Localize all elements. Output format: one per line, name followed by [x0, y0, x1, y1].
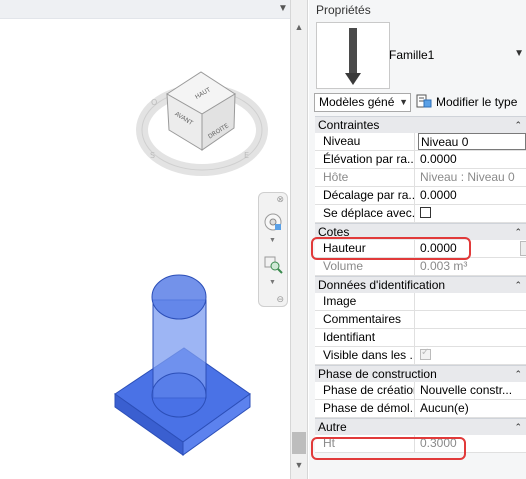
associate-parameter-button[interactable]: [520, 241, 526, 256]
navigation-bar: ⊗ ▼ ▼ ⊖: [258, 192, 288, 307]
group-constraints[interactable]: Contraintes ⌃: [315, 116, 526, 133]
prop-label: Commentaires: [315, 311, 415, 328]
prop-label: Phase de création: [315, 382, 415, 399]
elevation-field[interactable]: 0.0000: [418, 151, 526, 168]
prop-row-elevation[interactable]: Élévation par ra... 0.0000: [315, 151, 526, 169]
svg-text:S: S: [150, 151, 155, 160]
collapse-chevron-icon[interactable]: ⌃: [514, 419, 522, 436]
prop-row-image[interactable]: Image: [315, 293, 526, 311]
comments-field[interactable]: [418, 311, 526, 328]
viewport-scrollbar[interactable]: ▲ ▼: [290, 0, 308, 479]
collapse-chevron-icon[interactable]: ⌃: [514, 224, 522, 241]
steering-wheel-icon[interactable]: [262, 211, 284, 233]
prop-label: Hôte: [315, 169, 415, 186]
prop-label: Image: [315, 293, 415, 310]
prop-label: Niveau: [315, 133, 415, 150]
zoom-dropdown-arrow-icon[interactable]: ▼: [269, 279, 276, 286]
group-label: Données d'identification: [318, 278, 446, 292]
navbar-options-icon[interactable]: ⊖: [276, 294, 284, 305]
edit-type-icon: [416, 94, 432, 108]
edit-type-label: Modifier le type: [436, 95, 518, 109]
prop-row-ht: Ht 0.3000: [315, 435, 526, 453]
group-dimensions[interactable]: Cotes ⌃: [315, 223, 526, 240]
host-field: Niveau : Niveau 0: [420, 170, 515, 184]
phase-created-field[interactable]: Nouvelle constr...: [418, 382, 526, 399]
viewport-canvas: O S E HAUT AVANT DROITE: [114, 71, 268, 456]
group-label: Autre: [318, 420, 347, 434]
prop-label: Visible dans les ...: [315, 347, 415, 364]
moves-with-checkbox[interactable]: [420, 207, 431, 218]
image-field[interactable]: [418, 293, 526, 310]
prop-row-comments[interactable]: Commentaires: [315, 311, 526, 329]
chevron-down-icon: ▼: [399, 97, 408, 107]
model-geometry[interactable]: [114, 274, 251, 456]
prop-label: Se déplace avec...: [315, 205, 415, 222]
prop-label: Hauteur: [315, 240, 415, 257]
properties-grid: Contraintes ⌃ Niveau Niveau 0 Élévation …: [315, 116, 526, 453]
prop-row-host: Hôte Niveau : Niveau 0: [315, 169, 526, 187]
prop-row-offset[interactable]: Décalage par ra... 0.0000: [315, 187, 526, 205]
palette-title: Propriétés: [316, 3, 371, 17]
offset-field[interactable]: 0.0000: [418, 187, 526, 204]
family-name: Famille1: [389, 48, 435, 62]
group-label: Cotes: [318, 225, 350, 239]
prop-row-volume: Volume 0.003 m³: [315, 258, 526, 276]
wheel-dropdown-arrow-icon[interactable]: ▼: [269, 237, 276, 244]
group-other[interactable]: Autre ⌃: [315, 418, 526, 435]
collapse-chevron-icon[interactable]: ⌃: [514, 277, 522, 294]
prop-row-phase-created[interactable]: Phase de création Nouvelle constr...: [315, 382, 526, 400]
visible-checkbox: [420, 347, 431, 360]
type-dropdown-arrow-icon[interactable]: ▼: [514, 48, 524, 59]
instance-filter-select[interactable]: Modèles géné ▼: [314, 93, 411, 112]
prop-label: Ht: [315, 435, 415, 452]
prop-label: Décalage par ra...: [315, 187, 415, 204]
scroll-down-icon[interactable]: ▼: [291, 458, 307, 472]
height-field[interactable]: 0.0000: [418, 240, 526, 257]
prop-label: Phase de démol...: [315, 400, 415, 417]
group-identity-data[interactable]: Données d'identification ⌃: [315, 276, 526, 293]
prop-row-moves-with[interactable]: Se déplace avec...: [315, 205, 526, 223]
edit-type-button[interactable]: Modifier le type: [416, 93, 517, 112]
ht-field: 0.3000: [420, 436, 457, 450]
type-preview[interactable]: [316, 22, 390, 89]
svg-text:E: E: [244, 151, 249, 160]
collapse-chevron-icon[interactable]: ⌃: [514, 117, 522, 134]
group-label: Phase de construction: [318, 367, 437, 381]
volume-field: 0.003 m³: [420, 259, 468, 273]
svg-text:O: O: [151, 98, 157, 107]
phase-demolished-field[interactable]: Aucun(e): [418, 400, 526, 417]
prop-row-phase-demolished[interactable]: Phase de démol... Aucun(e): [315, 400, 526, 418]
mark-field[interactable]: [418, 329, 526, 346]
family-preview-icon: [345, 28, 361, 85]
instance-filter-value: Modèles géné: [319, 95, 395, 109]
prop-row-visible[interactable]: Visible dans les ...: [315, 347, 526, 365]
zoom-icon[interactable]: [262, 253, 284, 275]
navbar-close-icon[interactable]: ⊗: [276, 194, 284, 205]
prop-label: Identifiant: [315, 329, 415, 346]
prop-row-height[interactable]: Hauteur 0.0000: [315, 240, 526, 258]
collapse-chevron-icon[interactable]: ⌃: [514, 366, 522, 383]
prop-row-mark[interactable]: Identifiant: [315, 329, 526, 347]
scroll-up-icon[interactable]: ▲: [291, 20, 307, 34]
prop-label: Élévation par ra...: [315, 151, 415, 168]
scroll-thumb[interactable]: [292, 432, 306, 454]
group-phasing[interactable]: Phase de construction ⌃: [315, 365, 526, 382]
prop-row-level[interactable]: Niveau Niveau 0: [315, 133, 526, 151]
group-label: Contraintes: [318, 118, 380, 132]
viewcube[interactable]: HAUT AVANT DROITE: [166, 71, 236, 151]
prop-label: Volume: [315, 258, 415, 275]
model-viewport[interactable]: ▼ O S E HAUT AVANT DROITE ⊗ ▼ ▼ ⊖: [0, 0, 290, 479]
level-field[interactable]: Niveau 0: [418, 133, 526, 150]
properties-palette: Propriétés Famille1 ▼ Modèles géné ▼ Mod…: [309, 0, 526, 479]
